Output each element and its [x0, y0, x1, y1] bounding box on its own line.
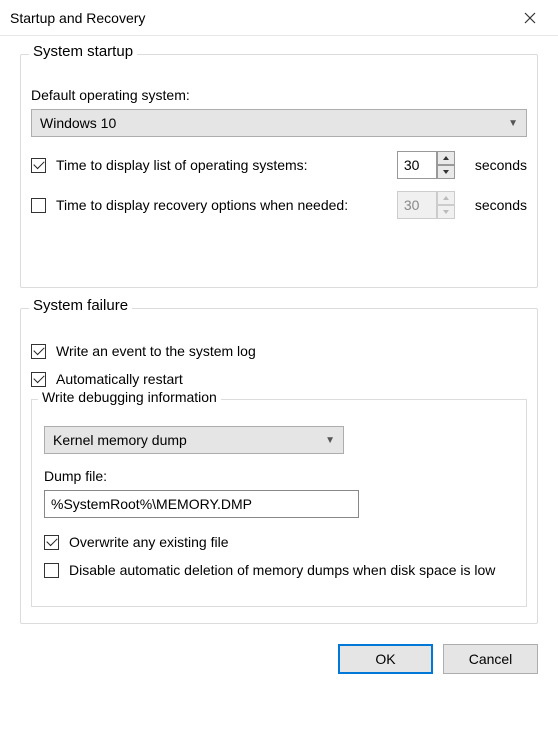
- auto-restart-checkbox[interactable]: [31, 372, 46, 387]
- window-title: Startup and Recovery: [10, 10, 145, 26]
- default-os-label: Default operating system:: [31, 87, 527, 103]
- display-os-list-seconds-input[interactable]: [397, 151, 437, 179]
- chevron-down-icon: [442, 169, 450, 175]
- display-recovery-spin-up: [437, 191, 455, 205]
- system-failure-title: System failure: [29, 297, 132, 314]
- auto-restart-label: Automatically restart: [56, 371, 183, 387]
- chevron-down-icon: [442, 209, 450, 215]
- disable-auto-delete-checkbox[interactable]: [44, 563, 59, 578]
- chevron-up-icon: [442, 195, 450, 201]
- default-os-value: Windows 10: [40, 115, 116, 131]
- dump-file-label: Dump file:: [44, 468, 514, 484]
- default-os-dropdown[interactable]: Windows 10 ▼: [31, 109, 527, 137]
- chevron-down-icon: ▼: [325, 435, 335, 446]
- disable-auto-delete-label: Disable automatic deletion of memory dum…: [69, 562, 495, 578]
- dump-file-input[interactable]: [44, 490, 359, 518]
- system-failure-group: System failure Write an event to the sys…: [20, 308, 538, 624]
- chevron-up-icon: [442, 155, 450, 161]
- system-startup-title: System startup: [29, 43, 137, 60]
- display-recovery-checkbox[interactable]: [31, 198, 46, 213]
- display-recovery-label: Time to display recovery options when ne…: [56, 197, 387, 213]
- write-event-label: Write an event to the system log: [56, 343, 256, 359]
- dialog-button-row: OK Cancel: [0, 644, 558, 692]
- overwrite-checkbox[interactable]: [44, 535, 59, 550]
- seconds-label-2: seconds: [475, 197, 527, 213]
- debug-type-dropdown[interactable]: Kernel memory dump ▼: [44, 426, 344, 454]
- ok-button[interactable]: OK: [338, 644, 433, 674]
- close-button[interactable]: [514, 2, 546, 34]
- display-recovery-seconds-input: [397, 191, 437, 219]
- debug-info-group: Write debugging information Kernel memor…: [31, 399, 527, 607]
- display-os-list-spin-up[interactable]: [437, 151, 455, 165]
- cancel-button[interactable]: Cancel: [443, 644, 538, 674]
- chevron-down-icon: ▼: [508, 118, 518, 129]
- overwrite-label: Overwrite any existing file: [69, 534, 229, 550]
- display-os-list-label: Time to display list of operating system…: [56, 157, 387, 173]
- debug-info-title: Write debugging information: [38, 389, 221, 405]
- display-recovery-spin-down: [437, 205, 455, 219]
- close-icon: [524, 12, 536, 24]
- display-os-list-spin-down[interactable]: [437, 165, 455, 179]
- system-startup-group: System startup Default operating system:…: [20, 54, 538, 288]
- window-titlebar: Startup and Recovery: [0, 0, 558, 36]
- write-event-checkbox[interactable]: [31, 344, 46, 359]
- seconds-label-1: seconds: [475, 157, 527, 173]
- display-os-list-checkbox[interactable]: [31, 158, 46, 173]
- debug-type-value: Kernel memory dump: [53, 432, 187, 448]
